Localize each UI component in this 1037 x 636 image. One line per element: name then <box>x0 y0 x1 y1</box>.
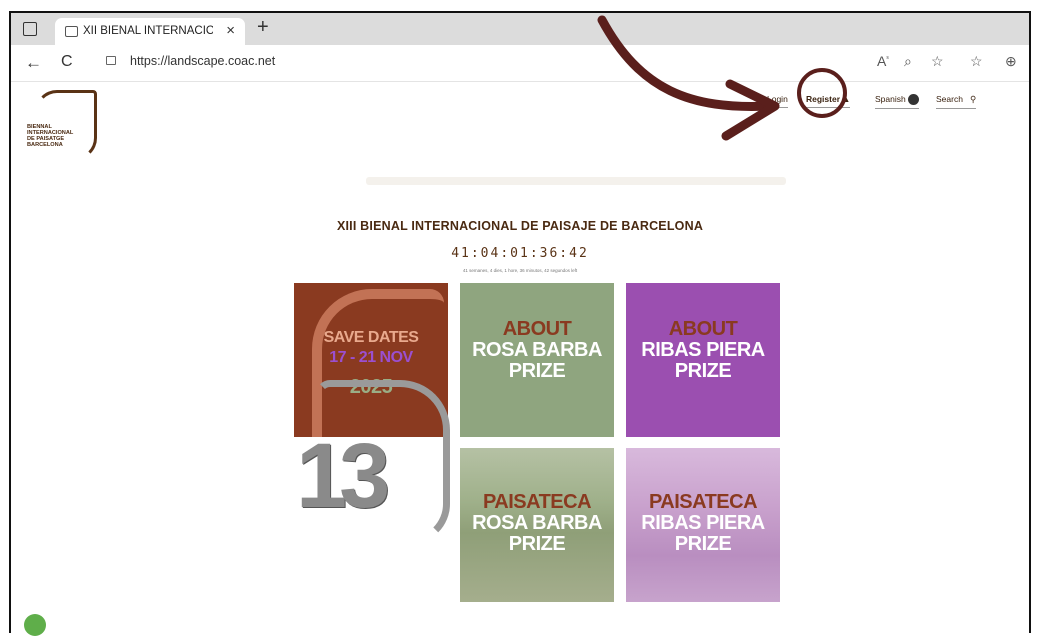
help-chat-button[interactable] <box>24 614 46 636</box>
annotation-overlay <box>597 15 780 141</box>
annotation-circle <box>797 68 847 118</box>
